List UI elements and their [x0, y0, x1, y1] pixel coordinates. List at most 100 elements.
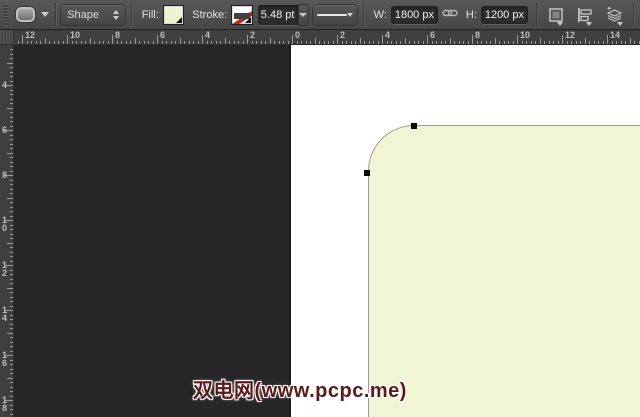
ruler-tick [634, 41, 635, 44]
stroke-type-select[interactable] [312, 4, 357, 25]
height-value: 1200 px [484, 8, 524, 21]
ruler-tick [184, 41, 185, 44]
stroke-swatch[interactable] [231, 4, 253, 25]
ruler-tick [10, 161, 13, 163]
chevron-down-icon [346, 12, 353, 17]
ruler-tick [616, 41, 617, 44]
ruler-tick [481, 41, 482, 44]
ruler-tick [10, 211, 13, 212]
ruler-tick [10, 341, 13, 343]
path-operations-button[interactable] [549, 3, 564, 27]
ruler-tick [220, 41, 221, 44]
ruler-label: 14 [610, 30, 621, 40]
ruler-tick [341, 41, 343, 44]
ruler-tick [292, 35, 293, 44]
ruler-tick [10, 76, 13, 77]
ruler-tick [458, 41, 460, 44]
fill-label: Fill: [141, 8, 159, 21]
ruler-tick [490, 41, 491, 44]
ruler-tick [10, 323, 13, 325]
ruler-tick [472, 35, 473, 44]
ruler-tick [10, 359, 13, 361]
ruler-tick [7, 287, 13, 289]
ruler-tick [71, 41, 73, 44]
ruler-tick [449, 38, 451, 44]
ruler-tick [440, 41, 442, 44]
anchor-point-left[interactable] [364, 170, 370, 176]
ruler-tick [10, 404, 13, 406]
ruler-tick [10, 229, 13, 230]
ruler-tick [10, 98, 13, 100]
ruler-tick [179, 38, 181, 44]
ruler-tick [526, 41, 527, 44]
ruler-tick [170, 41, 172, 44]
anchor-point-top[interactable] [411, 123, 417, 129]
width-field[interactable]: 1800 px [390, 5, 438, 24]
ruler-label: 4 [2, 80, 8, 90]
ruler-tick [10, 368, 13, 370]
ruler-tick [166, 41, 167, 44]
ruler-label: 1 6 [2, 350, 8, 368]
ruler-origin-corner[interactable] [0, 30, 14, 45]
fill-swatch[interactable] [162, 4, 185, 25]
ruler-tick [10, 283, 13, 284]
shape-tool-button[interactable] [14, 2, 37, 28]
ruler-tick [598, 41, 599, 44]
ruler-tick [10, 292, 13, 293]
ruler-tick [10, 224, 13, 226]
ruler-tick [260, 41, 262, 44]
ruler-label: 2 [340, 30, 346, 40]
horizontal-ruler[interactable]: 12 10 8 6 4 2 0 2 4 6 8 10 12 14 [14, 30, 640, 45]
stroke-width-dropdown-button[interactable] [298, 4, 308, 25]
ruler-tick [332, 41, 334, 44]
ruler-tick [7, 332, 13, 334]
path-arrangement-button[interactable] [606, 3, 624, 27]
ruler-tick [10, 382, 13, 383]
toolbar-grip[interactable] [3, 3, 8, 26]
ruler-tick [508, 41, 509, 44]
ruler-tick [229, 41, 230, 44]
vertical-ruler[interactable]: 4 6 8 1 0 1 2 1 4 1 6 1 8 [0, 45, 14, 417]
ruler-tick [418, 41, 419, 44]
ruler-tick [10, 395, 13, 397]
chevron-down-icon [299, 12, 308, 17]
ruler-tick [611, 41, 613, 44]
tool-preset-chevron-down-icon[interactable] [40, 12, 49, 17]
height-label: H: [465, 8, 477, 21]
ruler-label: 12 [565, 30, 576, 40]
ruler-tick [454, 41, 455, 44]
tool-mode-select[interactable]: Shape [61, 4, 126, 25]
ruler-tick [535, 41, 536, 44]
ruler-tick [10, 269, 13, 271]
ruler-tick [10, 148, 13, 149]
chevron-down-icon [586, 21, 593, 26]
ruler-tick [278, 41, 280, 44]
ruler-tick [224, 38, 226, 44]
ruler-tick [10, 278, 13, 280]
ruler-tick [355, 41, 356, 44]
link-dimensions-icon[interactable] [442, 7, 458, 22]
ruler-tick [337, 35, 338, 44]
ruler-tick [206, 41, 208, 44]
ruler-tick [202, 35, 203, 44]
ruler-tick [188, 41, 190, 44]
ruler-tick [571, 41, 572, 44]
ruler-tick [10, 337, 13, 338]
ruler-label: 1 4 [2, 305, 8, 323]
ruler-tick [274, 41, 275, 44]
ruler-tick [382, 35, 383, 44]
arrange-layers-icon [607, 6, 623, 22]
height-field[interactable]: 1200 px [480, 5, 528, 24]
ruler-label: 12 [25, 30, 36, 40]
ruler-tick [7, 62, 13, 64]
ruler-tick [391, 41, 392, 44]
ruler-tick [242, 41, 244, 44]
ruler-tick [314, 38, 316, 44]
ruler-tick [10, 305, 13, 307]
ruler-tick [10, 350, 13, 352]
stroke-width-field[interactable]: 5.48 pt [257, 4, 298, 25]
ruler-label: 2 [250, 30, 256, 40]
ruler-tick [85, 41, 86, 44]
path-alignment-button[interactable] [577, 3, 593, 27]
ruler-tick [238, 41, 239, 44]
